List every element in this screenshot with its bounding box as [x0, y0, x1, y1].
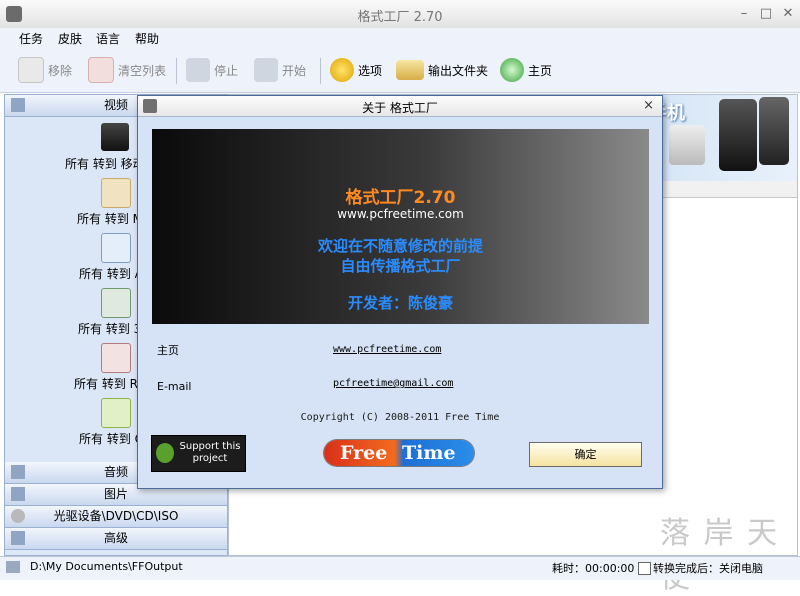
- copyright: Copyright (C) 2008-2011 Free Time: [300, 412, 500, 423]
- email-label: E-mail: [157, 380, 192, 393]
- ok-button[interactable]: 确定: [529, 442, 642, 467]
- advanced-icon: [11, 531, 25, 545]
- dialog-close-icon[interactable]: ×: [643, 98, 654, 113]
- 3gp-icon: [101, 288, 131, 318]
- message-line-2: 自由传播格式工厂: [340, 257, 461, 275]
- shutdown-checkbox[interactable]: [638, 562, 651, 575]
- clear-icon: [88, 57, 114, 83]
- mobile-phone-icon: [101, 123, 129, 151]
- email-link[interactable]: pcfreetime@gmail.com: [333, 378, 453, 389]
- category-rom-device[interactable]: 光驱设备\DVD\CD\ISO: [5, 506, 227, 528]
- output-path[interactable]: D:\My Documents\FFOutput: [30, 560, 183, 573]
- support-text: Support this project: [179, 441, 241, 464]
- maximize-button[interactable]: □: [756, 5, 776, 23]
- category-advanced[interactable]: 高级: [5, 528, 227, 550]
- output-folder-button[interactable]: 输出文件夹: [396, 56, 488, 84]
- dialog-title: 关于 格式工厂: [362, 101, 438, 115]
- elapsed-time: 耗时：00:00:00: [552, 562, 635, 575]
- title-bar: 格式工厂 2.70 – □ ✕: [0, 0, 800, 29]
- stop-icon: [186, 58, 210, 82]
- support-project-button[interactable]: Support this project: [151, 435, 246, 472]
- message-line-1: 欢迎在不随意修改的前提: [317, 237, 483, 255]
- about-banner: 格式工厂2.70 www.pcfreetime.com 欢迎在不随意修改的前提 …: [152, 129, 649, 324]
- watermark: 落 岸 天 使: [660, 516, 780, 595]
- start-icon: [254, 58, 278, 82]
- options-button[interactable]: 选项: [330, 56, 382, 84]
- picture-icon: [11, 487, 25, 501]
- developer-line: 开发者：陈俊豪: [347, 294, 453, 312]
- about-dialog: 关于 格式工厂 × 格式工厂2.70 www.pcfreetime.com 欢迎…: [137, 95, 663, 489]
- homepage-link[interactable]: www.pcfreetime.com: [333, 344, 441, 355]
- remove-icon: [18, 57, 44, 83]
- globe-icon: [500, 58, 524, 82]
- menu-skin[interactable]: 皮肤: [58, 30, 82, 47]
- clear-list-button[interactable]: 清空列表: [88, 56, 166, 84]
- mp4-icon: [101, 178, 131, 208]
- status-bar: D:\My Documents\FFOutput 耗时：00:00:00 转换完…: [0, 556, 800, 580]
- remove-button[interactable]: 移除: [18, 56, 72, 84]
- stop-button[interactable]: 停止: [186, 56, 238, 84]
- minimize-button[interactable]: –: [734, 5, 754, 23]
- donate-icon: [156, 443, 174, 463]
- menu-bar: 任务 皮肤 语言 帮助: [0, 28, 800, 48]
- phone-image: [719, 99, 757, 171]
- toolbar: 移除 清空列表 停止 开始 选项 输出文件夹 主页: [0, 48, 800, 93]
- product-url: www.pcfreetime.com: [337, 207, 464, 221]
- shutdown-label: 转换完成后：关闭电脑: [653, 562, 763, 575]
- start-button[interactable]: 开始: [254, 56, 306, 84]
- toolbar-divider: [176, 58, 177, 84]
- gear-icon: [330, 58, 354, 82]
- close-button[interactable]: ✕: [778, 5, 798, 23]
- homepage-label: 主页: [157, 344, 179, 357]
- menu-help[interactable]: 帮助: [135, 30, 159, 47]
- phone-image: [759, 97, 789, 165]
- menu-language[interactable]: 语言: [96, 30, 120, 47]
- home-button[interactable]: 主页: [500, 56, 552, 84]
- disc-icon: [11, 509, 25, 523]
- dialog-title-bar: 关于 格式工厂 ×: [138, 96, 662, 117]
- product-title: 格式工厂2.70: [345, 188, 456, 208]
- folder-icon: [396, 60, 424, 80]
- avi-icon: [101, 233, 131, 263]
- video-icon: [11, 98, 25, 112]
- gif-icon: [101, 398, 131, 428]
- freetime-logo: Free Time: [324, 440, 474, 466]
- rm-icon: [101, 343, 131, 373]
- folder-icon: [6, 561, 20, 573]
- window-title: 格式工厂 2.70: [357, 10, 443, 25]
- music-note-icon: [11, 465, 25, 479]
- toolbar-divider: [320, 58, 321, 84]
- menu-task[interactable]: 任务: [19, 30, 43, 47]
- phone-image: [669, 125, 705, 165]
